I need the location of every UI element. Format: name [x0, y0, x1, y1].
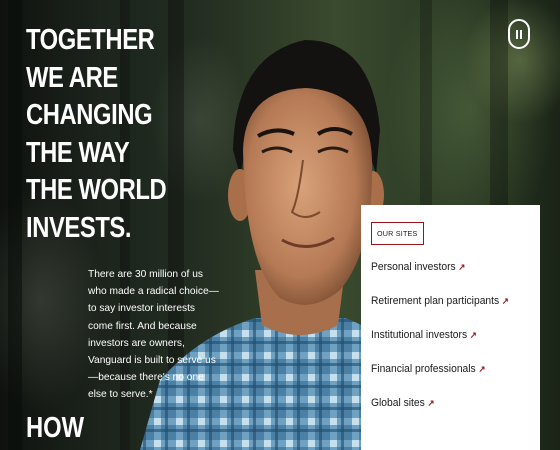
pause-button[interactable] [508, 19, 530, 49]
headline-line: THE WAY [26, 136, 130, 169]
hero-headline: TOGETHER WE ARE CHANGING THE WAY THE WOR… [26, 22, 167, 247]
external-arrow-icon: ↗ [427, 398, 435, 408]
link-label: Institutional investors [371, 329, 468, 341]
link-label: Global sites [371, 397, 425, 409]
headline-line: INVESTS. [26, 211, 132, 244]
how-heading: HOW [26, 412, 85, 444]
link-label: Financial professionals [371, 363, 476, 375]
link-institutional-investors[interactable]: Institutional investors ↗ [371, 326, 517, 360]
link-label: Retirement plan participants [371, 295, 500, 307]
link-global-sites[interactable]: Global sites ↗ [371, 394, 517, 428]
headline-line: TOGETHER [26, 24, 155, 56]
headline-line: WE ARE [26, 61, 118, 94]
external-arrow-icon: ↗ [478, 364, 486, 374]
pause-icon [516, 29, 518, 39]
link-label: Personal investors [371, 261, 456, 273]
link-personal-investors[interactable]: Personal investors ↗ [371, 258, 517, 292]
pause-icon [520, 29, 522, 39]
headline-line: THE WORLD [26, 174, 167, 206]
hero-body-text: There are 30 million of us who made a ra… [88, 269, 219, 401]
link-retirement-plan-participants[interactable]: Retirement plan participants ↗ [371, 292, 517, 326]
external-arrow-icon: ↗ [458, 262, 466, 272]
hero-section: TOGETHER WE ARE CHANGING THE WAY THE WOR… [0, 0, 560, 450]
external-arrow-icon: ↗ [501, 296, 509, 306]
our-sites-heading: OUR SITES [371, 222, 424, 245]
our-sites-panel: OUR SITES Personal investors ↗ Retiremen… [361, 205, 540, 450]
external-arrow-icon: ↗ [469, 330, 477, 340]
link-financial-professionals[interactable]: Financial professionals ↗ [371, 360, 517, 394]
headline-line: CHANGING [26, 99, 153, 131]
